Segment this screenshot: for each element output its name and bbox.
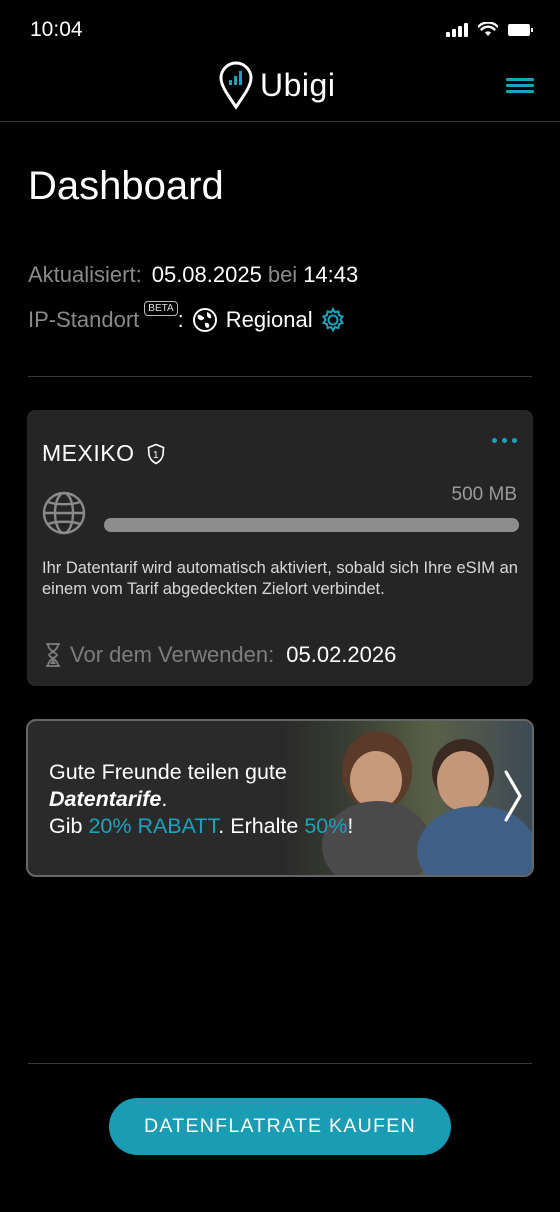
status-time: 10:04: [30, 18, 83, 41]
promo-line3-b: . Erhalte: [218, 814, 305, 838]
section-divider: [28, 376, 532, 377]
status-bar: 10:04: [0, 0, 560, 60]
ip-location-label: IP-Standort: [28, 307, 140, 332]
earth-icon: [192, 308, 217, 332]
data-amount: 500 MB: [451, 484, 517, 505]
app-header: Ubigi: [0, 60, 560, 122]
beta-badge: BETA: [144, 300, 178, 316]
promo-line3-end: !: [347, 814, 354, 838]
ip-location-value: Regional: [225, 307, 313, 332]
bottom-divider: [28, 1063, 532, 1064]
plan-country-row: MEXIKO 1: [42, 440, 166, 467]
battery-icon: [508, 23, 533, 36]
updated-date: 05.08.2025: [151, 262, 262, 287]
hourglass-icon: [46, 643, 60, 667]
hamburger-menu-button[interactable]: [506, 75, 534, 95]
validity-row: Vor dem Verwenden: 05.02.2026: [44, 642, 396, 668]
validity-date: 05.02.2026: [286, 642, 397, 667]
location-pin-signal-icon: [219, 61, 253, 110]
promo-line1-b: gute: [245, 760, 287, 784]
promo-line1-a: Gute Freunde teilen: [49, 760, 246, 784]
chevron-right-icon[interactable]: [502, 769, 524, 823]
promo-discount: 20% RABATT: [88, 814, 219, 838]
ip-location-row: IP-Standort BETA : Regional: [28, 300, 347, 334]
page-title: Dashboard: [28, 164, 224, 208]
ip-location-colon: :: [177, 307, 184, 332]
shield-icon: 1: [148, 443, 165, 464]
promo-line2: Datentarife: [49, 787, 162, 811]
validity-label: Vor dem Verwenden:: [70, 642, 275, 667]
ubigi-logo: Ubigi: [218, 60, 335, 110]
referral-promo-banner[interactable]: Gute Freunde teilen gute Datentarife. Gi…: [26, 719, 534, 877]
status-icons: [446, 22, 533, 37]
updated-time: 14:43: [303, 262, 359, 287]
updated-connector: bei: [267, 262, 298, 287]
more-options-button[interactable]: [492, 438, 517, 443]
globe-icon: [42, 491, 86, 535]
buy-data-plan-button[interactable]: DATENFLATRATE KAUFEN: [109, 1098, 451, 1155]
last-updated-row: Aktualisiert: 05.08.2025 bei 14:43: [28, 262, 358, 288]
updated-label: Aktualisiert:: [28, 262, 142, 287]
plan-activation-note: Ihr Datentarif wird automatisch aktivier…: [42, 559, 518, 598]
ip-settings-gear-icon[interactable]: [319, 306, 347, 334]
cellular-signal-icon: [446, 22, 468, 37]
data-usage-progress-bar: [104, 518, 519, 532]
promo-line3-a: Gib: [49, 814, 89, 838]
promo-reward: 50%: [304, 814, 348, 838]
promo-line2-end: .: [161, 787, 168, 811]
data-plan-card[interactable]: MEXIKO 1 500 MB Ihr Datentarif wird auto…: [27, 410, 533, 686]
shield-number: 1: [153, 450, 159, 461]
data-usage-progress-fill: [104, 518, 519, 532]
wifi-icon: [478, 22, 498, 36]
brand-name: Ubigi: [260, 66, 336, 103]
plan-country: MEXIKO: [42, 440, 135, 466]
promo-text: Gute Freunde teilen gute Datentarife. Gi…: [49, 759, 353, 840]
